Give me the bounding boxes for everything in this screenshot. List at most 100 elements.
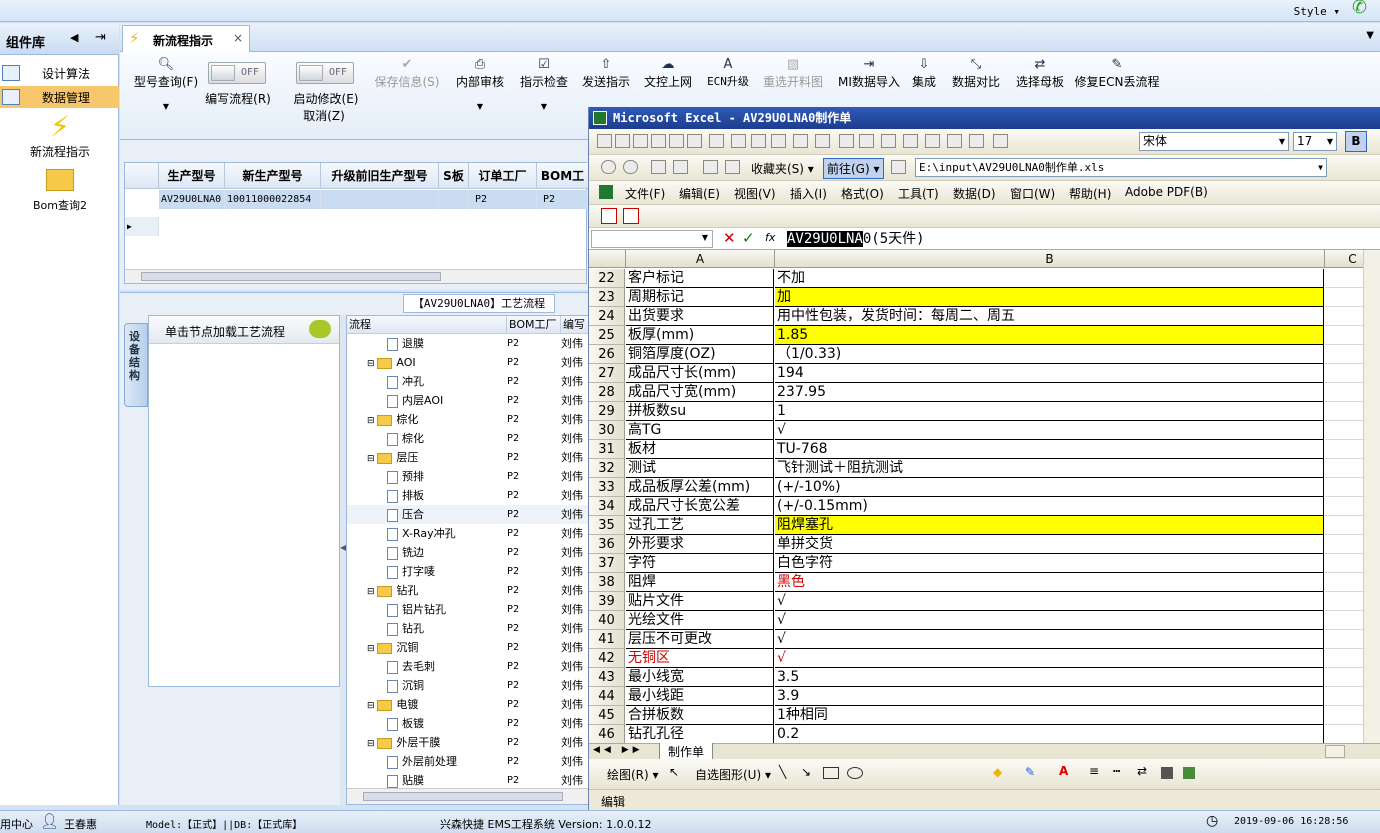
row-number[interactable]: 25 [589,326,625,345]
favorites-menu[interactable]: 收藏夹(S) ▾ [751,160,814,177]
line-style-icon[interactable]: ≡ [1089,764,1099,778]
worksheet[interactable]: A B C 22 客户标记 不加 23 周期标记加 24 出货要求 用中性包装，发货时间：每周… [589,250,1380,743]
cell-a[interactable]: 最小线宽 [626,668,774,687]
cell-a[interactable]: 光绘文件 [626,611,774,630]
collapse-toggle-icon[interactable]: ⊟ [367,644,377,654]
cell-a[interactable]: 钻孔孔径 [626,725,774,743]
sheet-row[interactable]: 39 贴片文件 √ [589,592,1380,611]
arrow-icon[interactable]: ↘ [801,765,811,779]
tree-row[interactable]: X-Ray冲孔 P2 刘伟 [347,524,591,543]
show-toolbar-icon[interactable] [891,160,906,174]
cell-a[interactable]: 过孔工艺 [626,516,774,535]
cell-a[interactable]: 测试 [626,459,774,478]
address-input[interactable]: E:\input\AV29U0LNA0制作单.xls ▼ [915,158,1327,177]
cell-b[interactable]: 加 [775,288,1324,307]
cell-b[interactable]: 阻焊塞孔 [775,516,1324,535]
bold-button[interactable]: B [1345,131,1367,152]
select-master-button[interactable]: ⇄ 选择母板 [1010,57,1070,90]
3d-icon[interactable] [1183,767,1195,779]
new-icon[interactable] [597,134,612,148]
cell-b[interactable]: 3.9 [775,687,1324,706]
cell-a[interactable]: 层压不可更改 [626,630,774,649]
dropdown-arrow-icon[interactable]: ▼ [516,102,572,111]
sheet-row[interactable]: 46 钻孔孔径 0.2 [589,725,1380,743]
column-header[interactable]: BOM工厂 [537,163,589,209]
sheet-row[interactable]: 45 合拼板数 1种相同 [589,706,1380,725]
table-row[interactable]: ▶ AV29U0LNA0 10011000022854 P2 P2 [125,190,588,236]
cell-a[interactable]: 外形要求 [626,535,774,554]
compare-button[interactable]: ⤡ 数据对比 [948,57,1004,90]
collapse-toggle-icon[interactable]: ⊟ [367,587,377,597]
cell-a[interactable]: 客户标记 [626,269,774,288]
line-icon[interactable] [839,134,854,148]
tree-row[interactable]: 外层前处理 P2 刘伟 [347,752,591,771]
cell-b[interactable]: 1 [775,402,1324,421]
sheet-row[interactable]: 27 成品尺寸长(mm) 194 [589,364,1380,383]
sheet-row[interactable]: 34 成品尺寸长宽公差 (+/-0.15mm) [589,497,1380,516]
row-number[interactable]: 33 [589,478,625,497]
cell-b[interactable]: 飞针测试＋阻抗测试 [775,459,1324,478]
tree-row[interactable]: 钻孔 P2 刘伟 [347,619,591,638]
sheet-row[interactable]: 32 测试 飞针测试＋阻抗测试 [589,459,1380,478]
draw-icon[interactable] [815,134,830,148]
cell-a[interactable]: 板厚(mm) [626,326,774,345]
row-number[interactable]: 22 [589,269,625,288]
cell-a[interactable]: 阻焊 [626,573,774,592]
column-header[interactable]: 新生产型号 [225,163,321,189]
tree-row[interactable]: 去毛刺 P2 刘伟 [347,657,591,676]
pointer-icon[interactable]: ↖ [669,765,679,779]
tree-row[interactable]: 板镀 P2 刘伟 [347,714,591,733]
column-header[interactable]: 流程 [347,316,507,334]
sheet-row[interactable]: 41 层压不可更改 √ [589,630,1380,649]
sheet-row[interactable]: 29 拼板数su 1 [589,402,1380,421]
column-header[interactable]: 编写 [561,316,591,334]
cell-b[interactable]: √ [775,649,1324,668]
row-number[interactable]: 30 [589,421,625,440]
sheet-row[interactable]: 31 板材 TU-768 [589,440,1380,459]
style-menu[interactable]: Style ▾ [1294,5,1340,18]
row-number[interactable]: 23 [589,288,625,307]
sheet-row[interactable]: 43 最小线宽 3.5 [589,668,1380,687]
cell-b[interactable]: √ [775,630,1324,649]
cell-b[interactable]: 黑色 [775,573,1324,592]
home-icon[interactable] [703,160,718,174]
shape-icon[interactable] [771,134,786,148]
collapse-left-icon[interactable]: ◀ [70,31,78,44]
collapse-toggle-icon[interactable]: ⊟ [367,454,377,464]
start-modify-toggle[interactable]: OFF [296,62,354,84]
refresh-icon[interactable] [673,160,688,174]
cell-a[interactable]: 高TG [626,421,774,440]
stop-icon[interactable] [651,160,666,174]
menu-item[interactable]: 帮助(H) [1069,185,1111,202]
row-number[interactable]: 29 [589,402,625,421]
tab-new-flow[interactable]: ⚡ 新流程指示 × [122,25,250,52]
collapse-toggle-icon[interactable]: ⊟ [367,701,377,711]
tree-row[interactable]: ⊟ 钻孔 P2 刘伟 [347,581,591,600]
cell-a[interactable]: 成品板厚公差(mm) [626,478,774,497]
close-icon[interactable]: × [233,31,243,45]
collapse-toggle-icon[interactable]: ⊟ [367,359,377,369]
draw-icon[interactable] [793,134,808,148]
align-icon[interactable] [881,134,896,148]
cell-b[interactable]: 用中性包装，发货时间：每周二、周五 [775,307,1324,326]
menu-item[interactable]: Adobe PDF(B) [1125,185,1208,199]
row-number[interactable]: 27 [589,364,625,383]
menu-item[interactable]: 工具(T) [898,185,939,202]
open-icon[interactable] [615,134,630,148]
menu-item[interactable]: 格式(O) [841,185,884,202]
save-info-button[interactable]: ✔ 保存信息(S) [372,57,442,90]
cell-b[interactable]: TU-768 [775,440,1324,459]
cell-b[interactable]: 不加 [775,269,1324,288]
model-query-button[interactable]: 🔍︎ 型号查询(F) ▼ [126,57,206,111]
scrollbar-thumb[interactable] [141,272,441,281]
sheet-row[interactable]: 23 周期标记加 [589,288,1380,307]
name-box[interactable]: ▼ [591,230,713,248]
sheet-row[interactable]: 44 最小线距 3.9 [589,687,1380,706]
pen-icon[interactable] [859,134,874,148]
sheet-row[interactable]: 25 板厚(mm) 1.85 [589,326,1380,345]
tree-row[interactable]: ⊟ 电镀 P2 刘伟 [347,695,591,714]
tree-row[interactable]: 沉铜 P2 刘伟 [347,676,591,695]
row-number[interactable]: 37 [589,554,625,573]
column-header-b[interactable]: B [775,250,1325,268]
ecn-upgrade-button[interactable]: A ECN升级 [700,57,756,89]
